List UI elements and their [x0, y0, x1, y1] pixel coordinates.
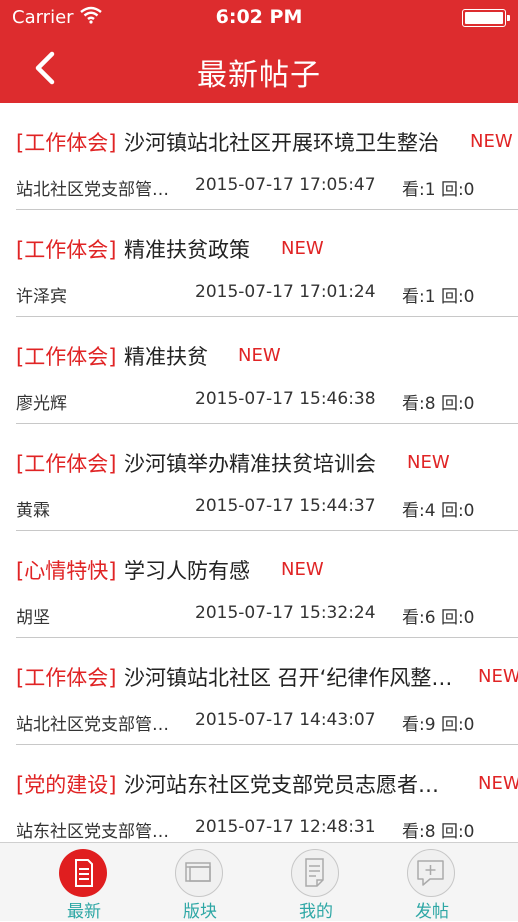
post-date: 2015-07-17 15:46:38	[195, 389, 376, 409]
new-badge: NEW	[478, 666, 518, 687]
post-author: 许泽宾	[16, 287, 67, 307]
new-badge: NEW	[478, 773, 518, 794]
post-date: 2015-07-17 17:01:24	[195, 282, 376, 302]
new-badge: NEW	[470, 131, 513, 152]
tab-boards[interactable]: 版块	[142, 843, 258, 922]
post-stats: 看:8 回:0	[402, 394, 475, 414]
list-item[interactable]: [工作体会] 沙河镇举办精准扶贫培训会 NEW 黄霖 2015-07-17 15…	[0, 424, 518, 531]
post-stats: 看:9 回:0	[402, 715, 475, 735]
tab-label: 最新	[67, 902, 101, 922]
post-title: 沙河镇站北社区 召开‘纪律作风整…	[124, 666, 453, 690]
post-category: [工作体会]	[16, 131, 117, 155]
list-item[interactable]: [工作体会] 精准扶贫政策 NEW 许泽宾 2015-07-17 17:01:2…	[0, 210, 518, 317]
post-stats: 看:8 回:0	[402, 822, 475, 842]
post-title: 精准扶贫政策	[124, 238, 250, 262]
compose-icon	[407, 849, 455, 897]
new-badge: NEW	[281, 238, 324, 259]
post-date: 2015-07-17 15:32:24	[195, 603, 376, 623]
list-item[interactable]: [工作体会] 沙河镇站北社区开展环境卫生整治 NEW 站北社区党支部管… 201…	[0, 103, 518, 210]
new-badge: NEW	[407, 452, 450, 473]
note-icon	[291, 849, 339, 897]
post-category: [心情特快]	[16, 559, 117, 583]
tab-bar: 最新 版块 我的 发帖	[0, 842, 518, 922]
post-author: 黄霖	[16, 501, 50, 521]
new-badge: NEW	[238, 345, 281, 366]
status-bar: Carrier 6:02 PM	[0, 0, 518, 34]
nav-header: Carrier 6:02 PM 最新帖子	[0, 0, 518, 103]
post-title: 沙河站东社区党支部党员志愿者…	[124, 773, 439, 797]
post-date: 2015-07-17 17:05:47	[195, 175, 376, 195]
tab-label: 我的	[299, 902, 333, 922]
post-stats: 看:1 回:0	[402, 180, 475, 200]
document-icon	[59, 849, 107, 897]
clock: 6:02 PM	[215, 6, 303, 28]
post-category: [工作体会]	[16, 345, 117, 369]
post-author: 站北社区党支部管…	[16, 180, 169, 200]
list-item[interactable]: [工作体会] 精准扶贫 NEW 廖光辉 2015-07-17 15:46:38 …	[0, 317, 518, 424]
post-author: 廖光辉	[16, 394, 67, 414]
post-category: [党的建设]	[16, 773, 117, 797]
post-stats: 看:1 回:0	[402, 287, 475, 307]
tab-label: 发帖	[415, 902, 449, 922]
post-category: [工作体会]	[16, 452, 117, 476]
list-item[interactable]: [心情特快] 学习人防有感 NEW 胡坚 2015-07-17 15:32:24…	[0, 531, 518, 638]
post-stats: 看:6 回:0	[402, 608, 475, 628]
tab-post[interactable]: 发帖	[374, 843, 490, 922]
post-date: 2015-07-17 14:43:07	[195, 710, 376, 730]
tab-mine[interactable]: 我的	[258, 843, 374, 922]
post-title: 学习人防有感	[124, 559, 250, 583]
tab-latest[interactable]: 最新	[26, 843, 142, 922]
post-author: 胡坚	[16, 608, 50, 628]
list-item[interactable]: [工作体会] 沙河镇站北社区 召开‘纪律作风整… NEW 站北社区党支部管… 2…	[0, 638, 518, 745]
page-title: 最新帖子	[197, 58, 321, 93]
post-category: [工作体会]	[16, 238, 117, 262]
post-author: 站东社区党支部管…	[16, 822, 169, 842]
post-stats: 看:4 回:0	[402, 501, 475, 521]
list-item[interactable]: [党的建设] 沙河站东社区党支部党员志愿者… NEW 站东社区党支部管… 201…	[0, 745, 518, 842]
tab-label: 版块	[183, 902, 217, 922]
post-title: 精准扶贫	[124, 345, 208, 369]
post-category: [工作体会]	[16, 666, 117, 690]
windows-icon	[175, 849, 223, 897]
post-title: 沙河镇举办精准扶贫培训会	[124, 452, 376, 476]
new-badge: NEW	[281, 559, 324, 580]
post-author: 站北社区党支部管…	[16, 715, 169, 735]
post-title: 沙河镇站北社区开展环境卫生整治	[124, 131, 439, 155]
battery-icon	[462, 9, 510, 27]
post-date: 2015-07-17 15:44:37	[195, 496, 376, 516]
post-date: 2015-07-17 12:48:31	[195, 817, 376, 837]
